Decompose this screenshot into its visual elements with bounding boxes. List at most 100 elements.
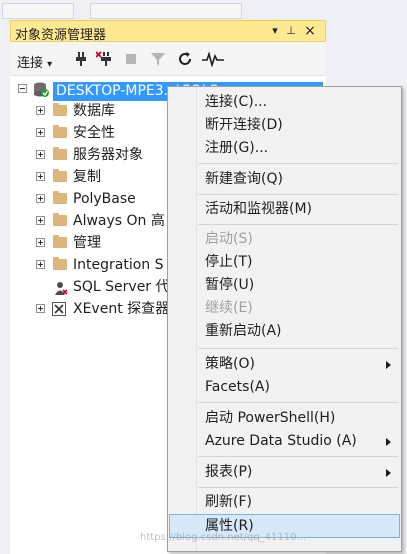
expand-icon[interactable] [36, 260, 45, 269]
menu-item-connect[interactable]: 连接(C)... [169, 91, 400, 113]
tree-node-label: 安全性 [73, 125, 115, 141]
menu-separator [198, 163, 398, 164]
menu-item-label: 启动(S) [205, 231, 253, 247]
document-tab[interactable] [90, 3, 242, 19]
menu-separator [198, 402, 398, 403]
expand-icon[interactable] [36, 216, 45, 225]
menu-item-facets[interactable]: Facets(A) [169, 376, 400, 398]
pin-icon[interactable]: ⊥ [283, 23, 299, 39]
expand-icon[interactable] [36, 128, 45, 137]
activity-pulse-icon[interactable] [202, 51, 224, 67]
menu-item-policies[interactable]: 策略(O) [169, 353, 400, 375]
menu-item-resume: 继续(E) [169, 297, 400, 319]
folder-icon [53, 169, 67, 182]
expand-icon[interactable] [36, 304, 45, 313]
expand-icon[interactable] [36, 238, 45, 247]
window-position-dropdown-icon[interactable]: ▾ [267, 23, 283, 39]
menu-item-label: 断开连接(D) [205, 117, 283, 133]
connect-label: 连接 [17, 56, 44, 71]
tree-node-replication[interactable]: 复制 [10, 166, 170, 188]
tree-node-databases[interactable]: 数据库 [10, 100, 170, 122]
object-explorer-title-bar: 对象资源管理器 ▾ ⊥ × [10, 20, 326, 43]
menu-separator [198, 456, 398, 457]
panel-title: 对象资源管理器 [15, 28, 107, 43]
menu-separator [198, 224, 398, 225]
tree-node-sql-server-agent[interactable]: SQL Server 代 [10, 276, 170, 298]
stop-icon[interactable] [123, 51, 139, 67]
tree-node-integration-services[interactable]: Integration S [10, 254, 170, 276]
tree-node-label: Always On 高 [73, 213, 165, 229]
menu-item-label: 连接(C)... [205, 94, 268, 110]
expand-icon[interactable] [36, 150, 45, 159]
tree-node-label: XEvent 探查器 [73, 301, 170, 317]
server-context-menu: 连接(C)... 断开连接(D) 注册(G)... 新建查询(Q) 活动和监视器… [167, 86, 402, 552]
refresh-icon[interactable] [177, 51, 193, 67]
menu-item-label: 刷新(F) [205, 494, 252, 510]
tree-node-server-objects[interactable]: 服务器对象 [10, 144, 170, 166]
menu-item-activity-monitor[interactable]: 活动和监视器(M) [169, 198, 400, 220]
menu-item-label: 继续(E) [205, 300, 253, 316]
expand-icon[interactable] [36, 194, 45, 203]
expand-icon[interactable] [36, 106, 45, 115]
submenu-arrow-icon [386, 469, 391, 477]
filter-icon[interactable] [150, 51, 166, 67]
close-icon[interactable]: × [302, 23, 318, 39]
menu-item-label: 策略(O) [205, 356, 255, 372]
menu-item-pause[interactable]: 暂停(U) [169, 274, 400, 296]
left-margin [0, 20, 10, 554]
menu-item-disconnect[interactable]: 断开连接(D) [169, 114, 400, 136]
tree-node-label: 服务器对象 [73, 147, 143, 163]
server-icon [34, 82, 49, 97]
menu-item-label: 启动 PowerShell(H) [205, 410, 336, 426]
menu-item-stop[interactable]: 停止(T) [169, 251, 400, 273]
expand-icon[interactable] [36, 172, 45, 181]
menu-item-register[interactable]: 注册(G)... [169, 137, 400, 159]
chevron-down-icon: ▾ [47, 59, 53, 70]
document-tab[interactable] [2, 3, 74, 19]
watermark-text: https://blog.csdn.net/qq_41110... [140, 532, 307, 543]
menu-item-start-powershell[interactable]: 启动 PowerShell(H) [169, 407, 400, 429]
menu-separator [198, 487, 398, 488]
menu-item-label: Azure Data Studio (A) [205, 433, 357, 449]
menu-separator [198, 348, 398, 349]
menu-item-label: 重新启动(A) [205, 323, 282, 339]
submenu-arrow-icon [386, 361, 391, 369]
menu-item-azure-data-studio[interactable]: Azure Data Studio (A) [169, 430, 400, 452]
menu-item-start: 启动(S) [169, 228, 400, 250]
menu-item-label: 报表(P) [205, 464, 253, 480]
disconnect-plug-icon[interactable] [96, 51, 112, 67]
folder-icon [53, 125, 67, 138]
folder-icon [53, 103, 67, 116]
folder-icon [53, 147, 67, 160]
xevent-icon [52, 302, 66, 316]
folder-icon [53, 235, 67, 248]
tree-node-security[interactable]: 安全性 [10, 122, 170, 144]
menu-item-restart[interactable]: 重新启动(A) [169, 320, 400, 342]
connect-dropdown-button[interactable]: 连接 ▾ [17, 52, 52, 71]
tree-node-label: 复制 [73, 169, 101, 185]
submenu-arrow-icon [386, 438, 391, 446]
menu-item-label: 新建查询(Q) [205, 171, 283, 187]
menu-item-label: 活动和监视器(M) [205, 201, 313, 217]
tree-node-management[interactable]: 管理 [10, 232, 170, 254]
tree-node-label: 数据库 [73, 103, 115, 119]
tree-node-polybase[interactable]: PolyBase [10, 188, 170, 210]
menu-item-label: Facets(A) [205, 379, 270, 395]
agent-icon [55, 282, 68, 295]
menu-item-reports[interactable]: 报表(P) [169, 461, 400, 483]
menu-item-new-query[interactable]: 新建查询(Q) [169, 168, 400, 190]
document-tab-strip [0, 0, 407, 20]
folder-icon [53, 213, 67, 226]
collapse-icon[interactable] [18, 84, 27, 93]
folder-icon [53, 191, 67, 204]
plug-icon[interactable] [73, 51, 89, 67]
menu-item-refresh[interactable]: 刷新(F) [169, 491, 400, 513]
tree-node-label: SQL Server 代 [73, 279, 170, 295]
object-explorer-toolbar: 连接 ▾ [10, 42, 326, 76]
folder-icon [53, 257, 67, 270]
tree-node-xevent-profiler[interactable]: XEvent 探查器 [10, 298, 170, 320]
menu-item-label: 停止(T) [205, 254, 253, 270]
menu-item-label: 暂停(U) [205, 277, 255, 293]
tree-node-label: Integration S [73, 257, 164, 273]
tree-node-always-on[interactable]: Always On 高 [10, 210, 170, 232]
